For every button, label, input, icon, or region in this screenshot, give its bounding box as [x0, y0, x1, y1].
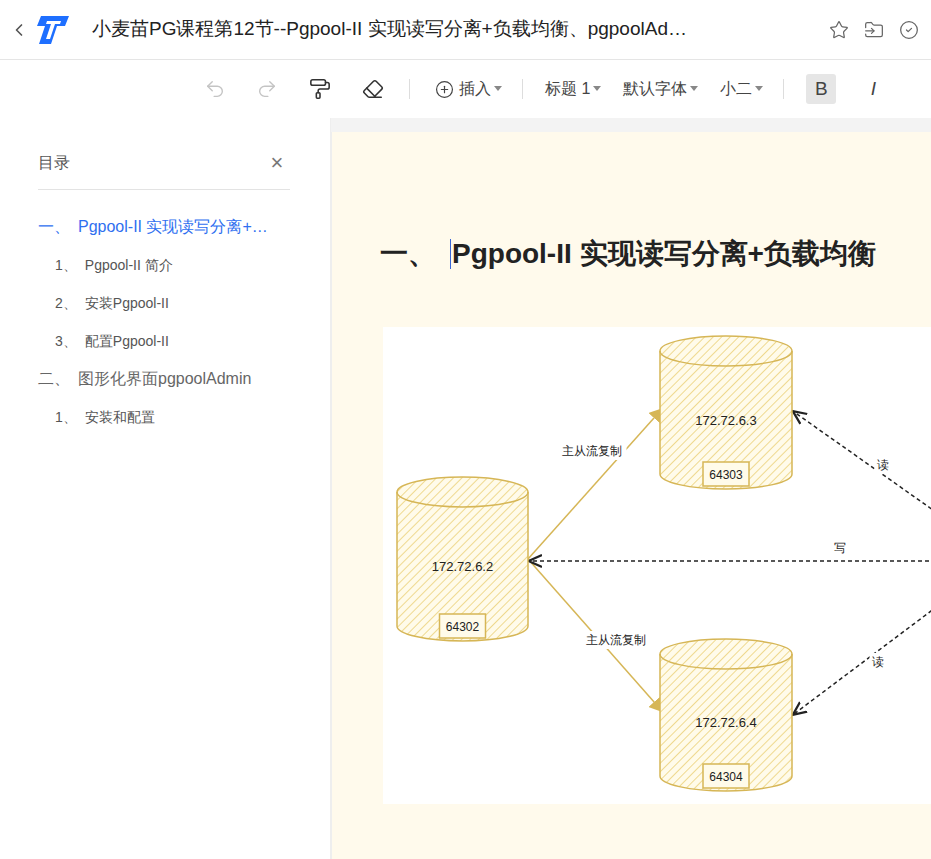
star-icon[interactable] — [829, 20, 849, 40]
outline-title: 目录 — [38, 151, 70, 175]
query-edge: 读 — [794, 412, 931, 517]
text-cursor — [450, 239, 451, 269]
outline-item[interactable]: 一、Pgpool-II 实现读写分离+… — [38, 208, 292, 246]
database-node: 172.72.6.2 64302 — [397, 477, 528, 641]
document-page: 一、Pgpool-II 实现读写分离+负载均衡主从流复制主从流复制读写读172.… — [331, 132, 931, 859]
heading-select[interactable]: 标题 1 — [545, 77, 601, 101]
svg-text:写: 写 — [834, 541, 846, 555]
outline-item[interactable]: 1、安装和配置 — [38, 398, 292, 436]
diagram-image: 主从流复制主从流复制读写读172.72.6.264302172.72.6.364… — [383, 327, 931, 804]
svg-text:64304: 64304 — [709, 770, 743, 784]
svg-text:172.72.6.4: 172.72.6.4 — [695, 715, 756, 730]
outline-sidebar: 目录 × 一、Pgpool-II 实现读写分离+…1、Pgpool-II 简介2、安… — [0, 118, 331, 859]
redo-icon[interactable] — [256, 78, 278, 100]
caret-down-icon — [593, 86, 601, 92]
svg-text:主从流复制: 主从流复制 — [562, 444, 622, 458]
outline-item[interactable]: 1、Pgpool-II 简介 — [38, 246, 292, 284]
insert-button[interactable]: 插入 — [435, 77, 502, 101]
caret-down-icon — [690, 86, 698, 92]
svg-text:172.72.6.3: 172.72.6.3 — [695, 413, 756, 428]
eraser-icon[interactable] — [362, 78, 384, 100]
database-node: 172.72.6.3 64303 — [660, 336, 792, 489]
caret-down-icon — [494, 86, 502, 92]
format-painter-icon[interactable] — [309, 78, 331, 100]
outline-item[interactable]: 2、安装Pgpool-II — [38, 284, 292, 322]
svg-text:主从流复制: 主从流复制 — [586, 633, 646, 647]
toolbar: 插入 标题 1 默认字体小二 BI — [0, 60, 931, 118]
app-logo-icon — [35, 12, 71, 48]
close-outline-button[interactable]: × — [264, 152, 290, 174]
app-window: 小麦苗PG课程第12节--Pgpool-II 实现读写分离+负载均衡、pgpoo… — [0, 0, 931, 859]
size-select[interactable]: 小二 — [720, 77, 763, 101]
database-node: 172.72.6.4 64304 — [660, 639, 792, 791]
svg-text:172.72.6.2: 172.72.6.2 — [432, 559, 493, 574]
svg-text:读: 读 — [877, 458, 889, 472]
logo — [35, 12, 71, 48]
outline-item[interactable]: 二、图形化界面pgpoolAdmin — [38, 360, 292, 398]
font-select[interactable]: 默认字体 — [623, 77, 698, 101]
folder-icon[interactable] — [864, 20, 884, 40]
query-edge: 读 — [794, 602, 931, 714]
replication-edge: 主从流复制 — [528, 559, 662, 711]
outline-item[interactable]: 3、配置Pgpool-II — [38, 322, 292, 360]
svg-text:64302: 64302 — [446, 620, 480, 634]
chevron-left-icon — [9, 20, 29, 40]
replication-edge: 主从流复制 — [528, 409, 662, 559]
italic-button[interactable]: I — [858, 74, 888, 104]
svg-text:读: 读 — [872, 655, 884, 669]
caret-down-icon — [755, 86, 763, 92]
document-heading[interactable]: 一、Pgpool-II 实现读写分离+负载均衡 — [380, 236, 931, 272]
document-title: 小麦苗PG课程第12节--Pgpool-II 实现读写分离+负载均衡、pgpoo… — [92, 15, 687, 44]
toolbar-divider — [522, 79, 523, 99]
toolbar-divider — [409, 79, 410, 99]
title-bar: 小麦苗PG课程第12节--Pgpool-II 实现读写分离+负载均衡、pgpoo… — [0, 0, 931, 60]
undo-icon[interactable] — [204, 78, 226, 100]
back-button[interactable] — [8, 20, 30, 40]
architecture-diagram: 主从流复制主从流复制读写读172.72.6.264302172.72.6.364… — [383, 327, 931, 804]
query-edge: 写 — [530, 539, 931, 561]
svg-text:64303: 64303 — [709, 468, 743, 482]
plus-circle-icon — [435, 80, 454, 99]
toolbar-divider — [783, 79, 784, 99]
editor-area: 一、Pgpool-II 实现读写分离+负载均衡主从流复制主从流复制读写读172.… — [331, 118, 931, 859]
check-circle-icon[interactable] — [899, 20, 919, 40]
bold-button[interactable]: B — [806, 74, 836, 104]
